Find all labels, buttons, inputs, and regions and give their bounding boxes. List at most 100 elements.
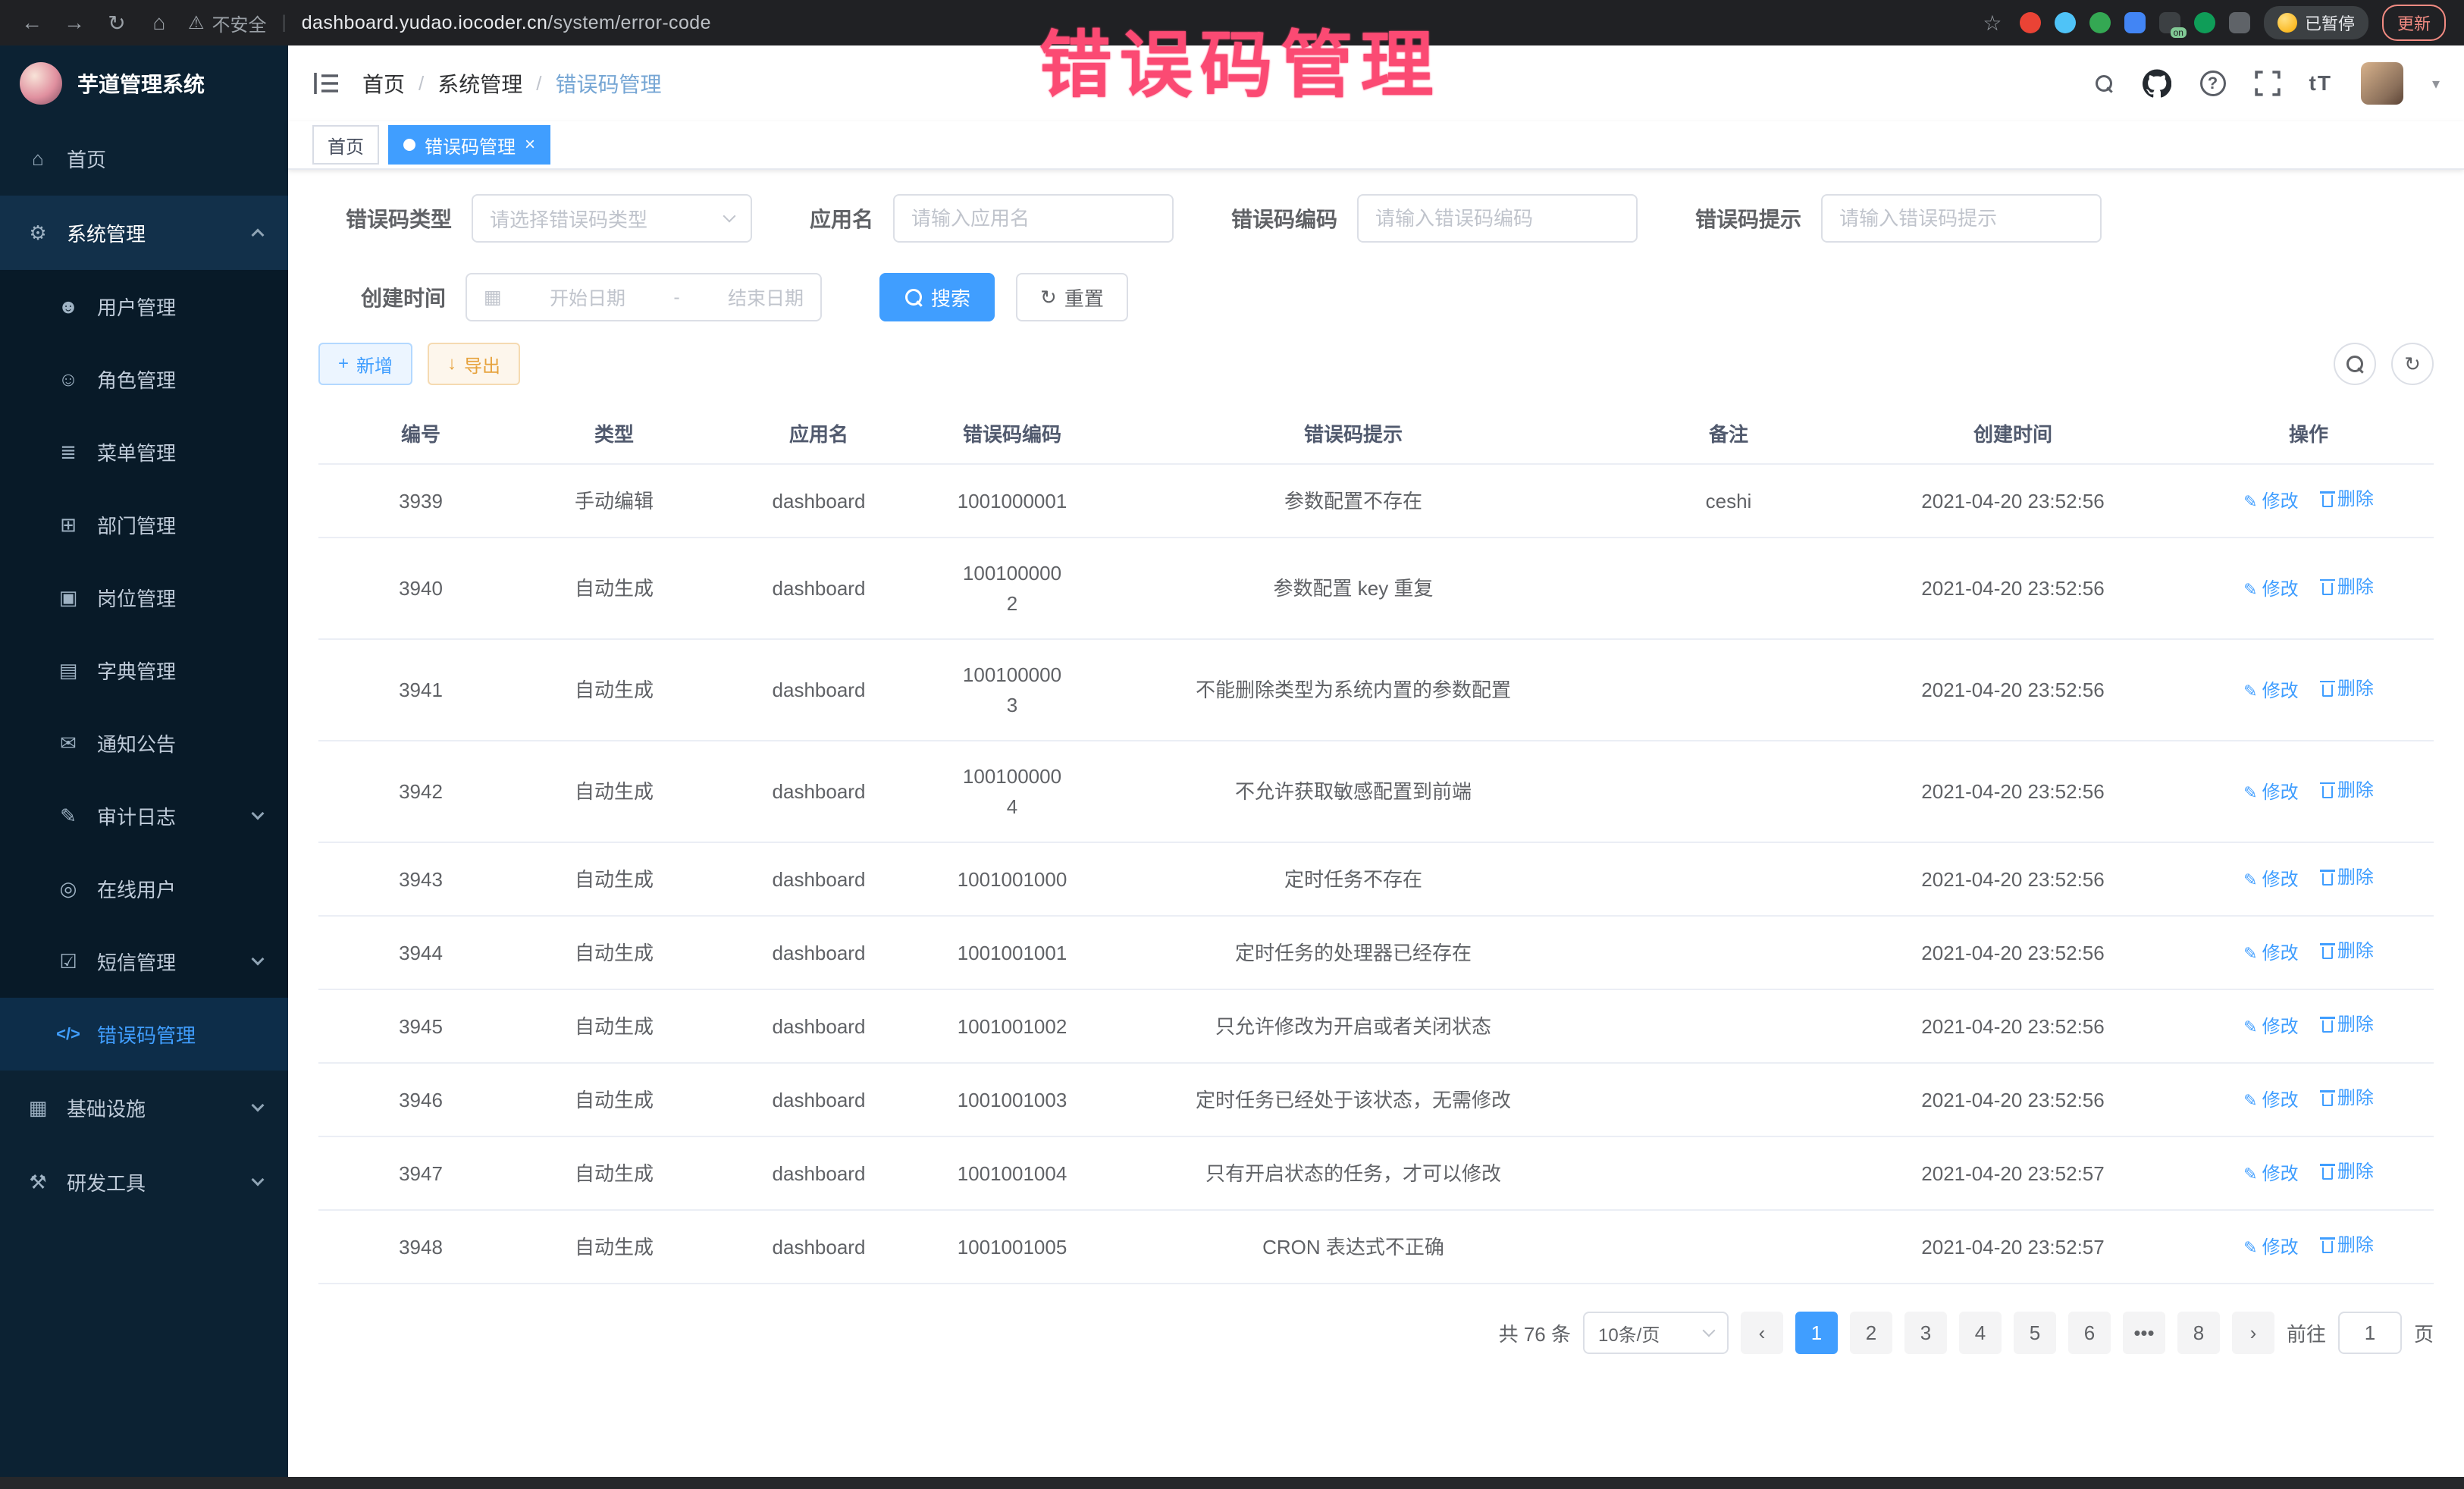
page-button-2[interactable]: 2 — [1850, 1312, 1892, 1354]
app-logo[interactable]: 芋道管理系统 — [0, 45, 288, 121]
delete-link[interactable]: 删除 — [2322, 863, 2374, 893]
sidebar-item-users[interactable]: ☻ 用户管理 — [0, 270, 288, 343]
goto-page-input[interactable] — [2338, 1312, 2402, 1354]
next-page-button[interactable]: › — [2232, 1312, 2274, 1354]
security-indicator[interactable]: ⚠ 不安全 — [188, 10, 267, 36]
caret-down-icon[interactable]: ▾ — [2432, 74, 2440, 93]
delete-link[interactable]: 删除 — [2322, 1083, 2374, 1114]
extension-icon-vue[interactable] — [2089, 12, 2111, 33]
paused-pill[interactable]: 已暂停 — [2264, 6, 2368, 39]
page-button-6[interactable]: 6 — [2068, 1312, 2111, 1354]
extension-icon-leaf[interactable] — [2194, 12, 2215, 33]
chevron-down-icon — [723, 210, 736, 223]
edit-link[interactable]: ✎ 修改 — [2243, 487, 2298, 517]
edit-link[interactable]: ✎ 修改 — [2243, 1233, 2298, 1263]
search-button[interactable]: 搜索 — [879, 273, 995, 321]
paused-label: 已暂停 — [2305, 11, 2355, 35]
user-avatar[interactable] — [2361, 62, 2403, 105]
page-button-8[interactable]: 8 — [2177, 1312, 2220, 1354]
page-button-1[interactable]: 1 — [1795, 1312, 1838, 1354]
sidebar-item-audit-log[interactable]: ✎ 审计日志 — [0, 779, 288, 852]
edit-link[interactable]: ✎ 修改 — [2243, 778, 2298, 808]
export-button[interactable]: ↓ 导出 — [428, 343, 520, 385]
sidebar-item-menus[interactable]: ≣ 菜单管理 — [0, 415, 288, 488]
sidebar-item-positions[interactable]: ▣ 岗位管理 — [0, 561, 288, 634]
sidebar-item-label: 基础设施 — [67, 1094, 146, 1122]
sidebar-item-label: 首页 — [67, 145, 106, 173]
address-bar[interactable]: dashboard.yudao.iocoder.cn/system/error-… — [302, 12, 711, 34]
sidebar-item-dev-tools[interactable]: ⚒ 研发工具 — [0, 1145, 288, 1219]
extension-icon-grid[interactable] — [2124, 12, 2146, 33]
delete-link[interactable]: 删除 — [2322, 776, 2374, 806]
app-name-input[interactable] — [911, 207, 1155, 230]
sidebar-item-departments[interactable]: ⊞ 部门管理 — [0, 488, 288, 561]
sidebar-item-infrastructure[interactable]: ▦ 基础设施 — [0, 1071, 288, 1145]
error-msg-input[interactable] — [1839, 207, 2083, 230]
fullscreen-icon[interactable] — [2255, 71, 2281, 96]
tab-home[interactable]: 首页 — [312, 125, 379, 165]
back-icon[interactable]: ← — [18, 11, 45, 35]
breadcrumb-home[interactable]: 首页 — [362, 68, 405, 99]
error-code-input[interactable] — [1375, 207, 1619, 230]
delete-link[interactable]: 删除 — [2322, 1230, 2374, 1261]
toggle-search-button[interactable] — [2334, 343, 2376, 385]
extension-icon-red[interactable] — [2020, 12, 2041, 33]
bookmark-star-icon[interactable]: ☆ — [1979, 11, 2006, 36]
font-size-icon[interactable]: tT — [2309, 71, 2332, 96]
error-type-select[interactable]: 请选择错误码类型 — [472, 194, 752, 243]
delete-icon — [2322, 1094, 2333, 1106]
reset-button[interactable]: ↻ 重置 — [1016, 273, 1128, 321]
chevron-down-icon — [252, 953, 265, 966]
add-button[interactable]: + 新增 — [318, 343, 412, 385]
page-button-4[interactable]: 4 — [1959, 1312, 2002, 1354]
help-icon[interactable]: ? — [2200, 71, 2226, 96]
page-content: 错误码类型 请选择错误码类型 应用名 错误码编码 — [288, 170, 2464, 1477]
delete-link[interactable]: 删除 — [2322, 1157, 2374, 1187]
sidebar-item-online-users[interactable]: ◎ 在线用户 — [0, 852, 288, 925]
edit-link[interactable]: ✎ 修改 — [2243, 865, 2298, 895]
delete-link[interactable]: 删除 — [2322, 572, 2374, 603]
delete-link[interactable]: 删除 — [2322, 674, 2374, 704]
cell-remark — [1615, 916, 1842, 989]
table-row: 3940 自动生成 dashboard 100100000 2 参数配置 key… — [318, 538, 2434, 639]
sidebar-item-error-code[interactable]: </> 错误码管理 — [0, 998, 288, 1071]
sidebar-item-roles[interactable]: ☺ 角色管理 — [0, 343, 288, 415]
sidebar-item-system[interactable]: ⚙ 系统管理 — [0, 196, 288, 270]
extension-icon-teal[interactable] — [2055, 12, 2076, 33]
page-ellipsis[interactable]: ••• — [2123, 1312, 2165, 1354]
refresh-table-button[interactable]: ↻ — [2391, 343, 2434, 385]
forward-icon[interactable]: → — [61, 11, 88, 35]
close-icon[interactable]: × — [525, 136, 535, 154]
sidebar-item-dictionary[interactable]: ▤ 字典管理 — [0, 634, 288, 707]
delete-link[interactable]: 删除 — [2322, 484, 2374, 515]
edit-link[interactable]: ✎ 修改 — [2243, 676, 2298, 707]
github-icon[interactable] — [2143, 69, 2171, 98]
extension-icon-switch[interactable]: on — [2159, 12, 2180, 33]
prev-page-button[interactable]: ‹ — [1741, 1312, 1783, 1354]
page-button-5[interactable]: 5 — [2014, 1312, 2056, 1354]
collapse-sidebar-icon[interactable] — [312, 71, 340, 96]
delete-link[interactable]: 删除 — [2322, 936, 2374, 967]
edit-link[interactable]: ✎ 修改 — [2243, 1086, 2298, 1116]
sidebar-item-home[interactable]: ⌂ 首页 — [0, 121, 288, 196]
page-size-select[interactable]: 10条/页 — [1583, 1312, 1729, 1354]
page-button-3[interactable]: 3 — [1904, 1312, 1947, 1354]
extension-icon-pin[interactable] — [2229, 12, 2250, 33]
edit-link[interactable]: ✎ 修改 — [2243, 1012, 2298, 1042]
tab-label: 错误码管理 — [425, 132, 516, 158]
cell-time: 2021-04-20 23:52:56 — [1842, 741, 2183, 842]
breadcrumb-system[interactable]: 系统管理 — [437, 68, 522, 99]
search-icon[interactable] — [2094, 74, 2114, 93]
browser-home-icon[interactable]: ⌂ — [146, 11, 173, 35]
sidebar-item-sms[interactable]: ☑ 短信管理 — [0, 925, 288, 998]
edit-link[interactable]: ✎ 修改 — [2243, 939, 2298, 969]
tab-error-code[interactable]: 错误码管理 × — [388, 125, 550, 165]
update-button[interactable]: 更新 — [2382, 5, 2446, 41]
cell-type: 自动生成 — [523, 989, 705, 1063]
reload-icon[interactable]: ↻ — [103, 11, 130, 36]
delete-link[interactable]: 删除 — [2322, 1010, 2374, 1040]
edit-link[interactable]: ✎ 修改 — [2243, 1159, 2298, 1190]
sidebar-item-announcements[interactable]: ✉ 通知公告 — [0, 707, 288, 779]
edit-link[interactable]: ✎ 修改 — [2243, 575, 2298, 605]
date-range-picker[interactable]: ▦ 开始日期 - 结束日期 — [466, 273, 822, 321]
